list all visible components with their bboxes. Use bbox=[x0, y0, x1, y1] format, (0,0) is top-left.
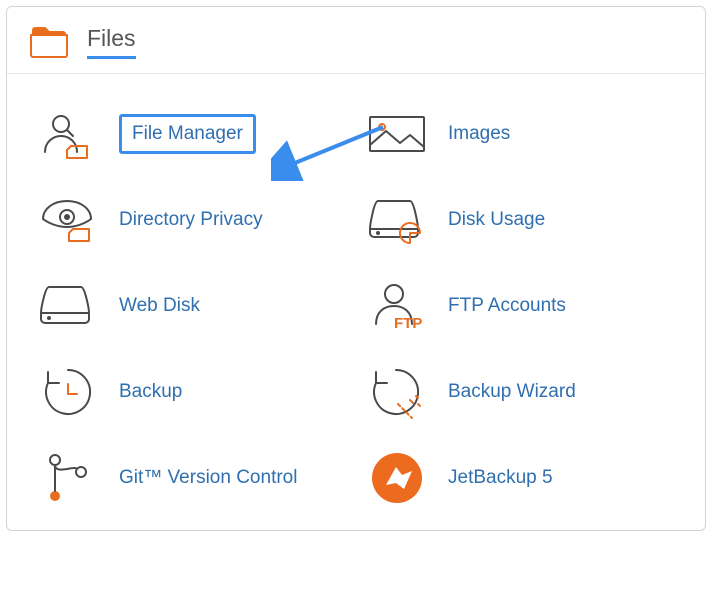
item-label: Directory Privacy bbox=[119, 209, 263, 231]
item-file-manager[interactable]: File Manager bbox=[37, 108, 346, 160]
git-icon bbox=[37, 452, 99, 504]
files-panel: Files File Manager bbox=[6, 6, 706, 531]
item-label: Git™ Version Control bbox=[119, 467, 297, 489]
item-disk-usage[interactable]: Disk Usage bbox=[366, 194, 675, 246]
items-grid: File Manager Images bbox=[7, 74, 705, 530]
item-jetbackup[interactable]: JetBackup 5 bbox=[366, 452, 675, 504]
item-label: Backup bbox=[119, 381, 182, 403]
web-disk-icon bbox=[37, 280, 99, 332]
ftp-accounts-icon: FTP bbox=[366, 280, 428, 332]
item-label: Images bbox=[448, 123, 510, 145]
item-git-version-control[interactable]: Git™ Version Control bbox=[37, 452, 346, 504]
directory-privacy-icon bbox=[37, 194, 99, 246]
item-images[interactable]: Images bbox=[366, 108, 675, 160]
item-backup[interactable]: Backup bbox=[37, 366, 346, 418]
backup-wizard-icon bbox=[366, 366, 428, 418]
item-label: Web Disk bbox=[119, 295, 200, 317]
backup-icon bbox=[37, 366, 99, 418]
item-label: Backup Wizard bbox=[448, 381, 576, 403]
svg-text:FTP: FTP bbox=[394, 315, 422, 332]
item-ftp-accounts[interactable]: FTP FTP Accounts bbox=[366, 280, 675, 332]
item-web-disk[interactable]: Web Disk bbox=[37, 280, 346, 332]
item-label: Disk Usage bbox=[448, 209, 545, 231]
disk-usage-icon bbox=[366, 194, 428, 246]
images-icon bbox=[366, 108, 428, 160]
item-label: File Manager bbox=[119, 114, 256, 154]
panel-title: Files bbox=[87, 25, 136, 59]
item-directory-privacy[interactable]: Directory Privacy bbox=[37, 194, 346, 246]
jetbackup-icon bbox=[366, 452, 428, 504]
file-manager-icon bbox=[37, 108, 99, 160]
item-backup-wizard[interactable]: Backup Wizard bbox=[366, 366, 675, 418]
item-label: JetBackup 5 bbox=[448, 467, 553, 489]
item-label: FTP Accounts bbox=[448, 295, 566, 317]
panel-header: Files bbox=[7, 7, 705, 74]
folder-icon bbox=[29, 25, 69, 59]
